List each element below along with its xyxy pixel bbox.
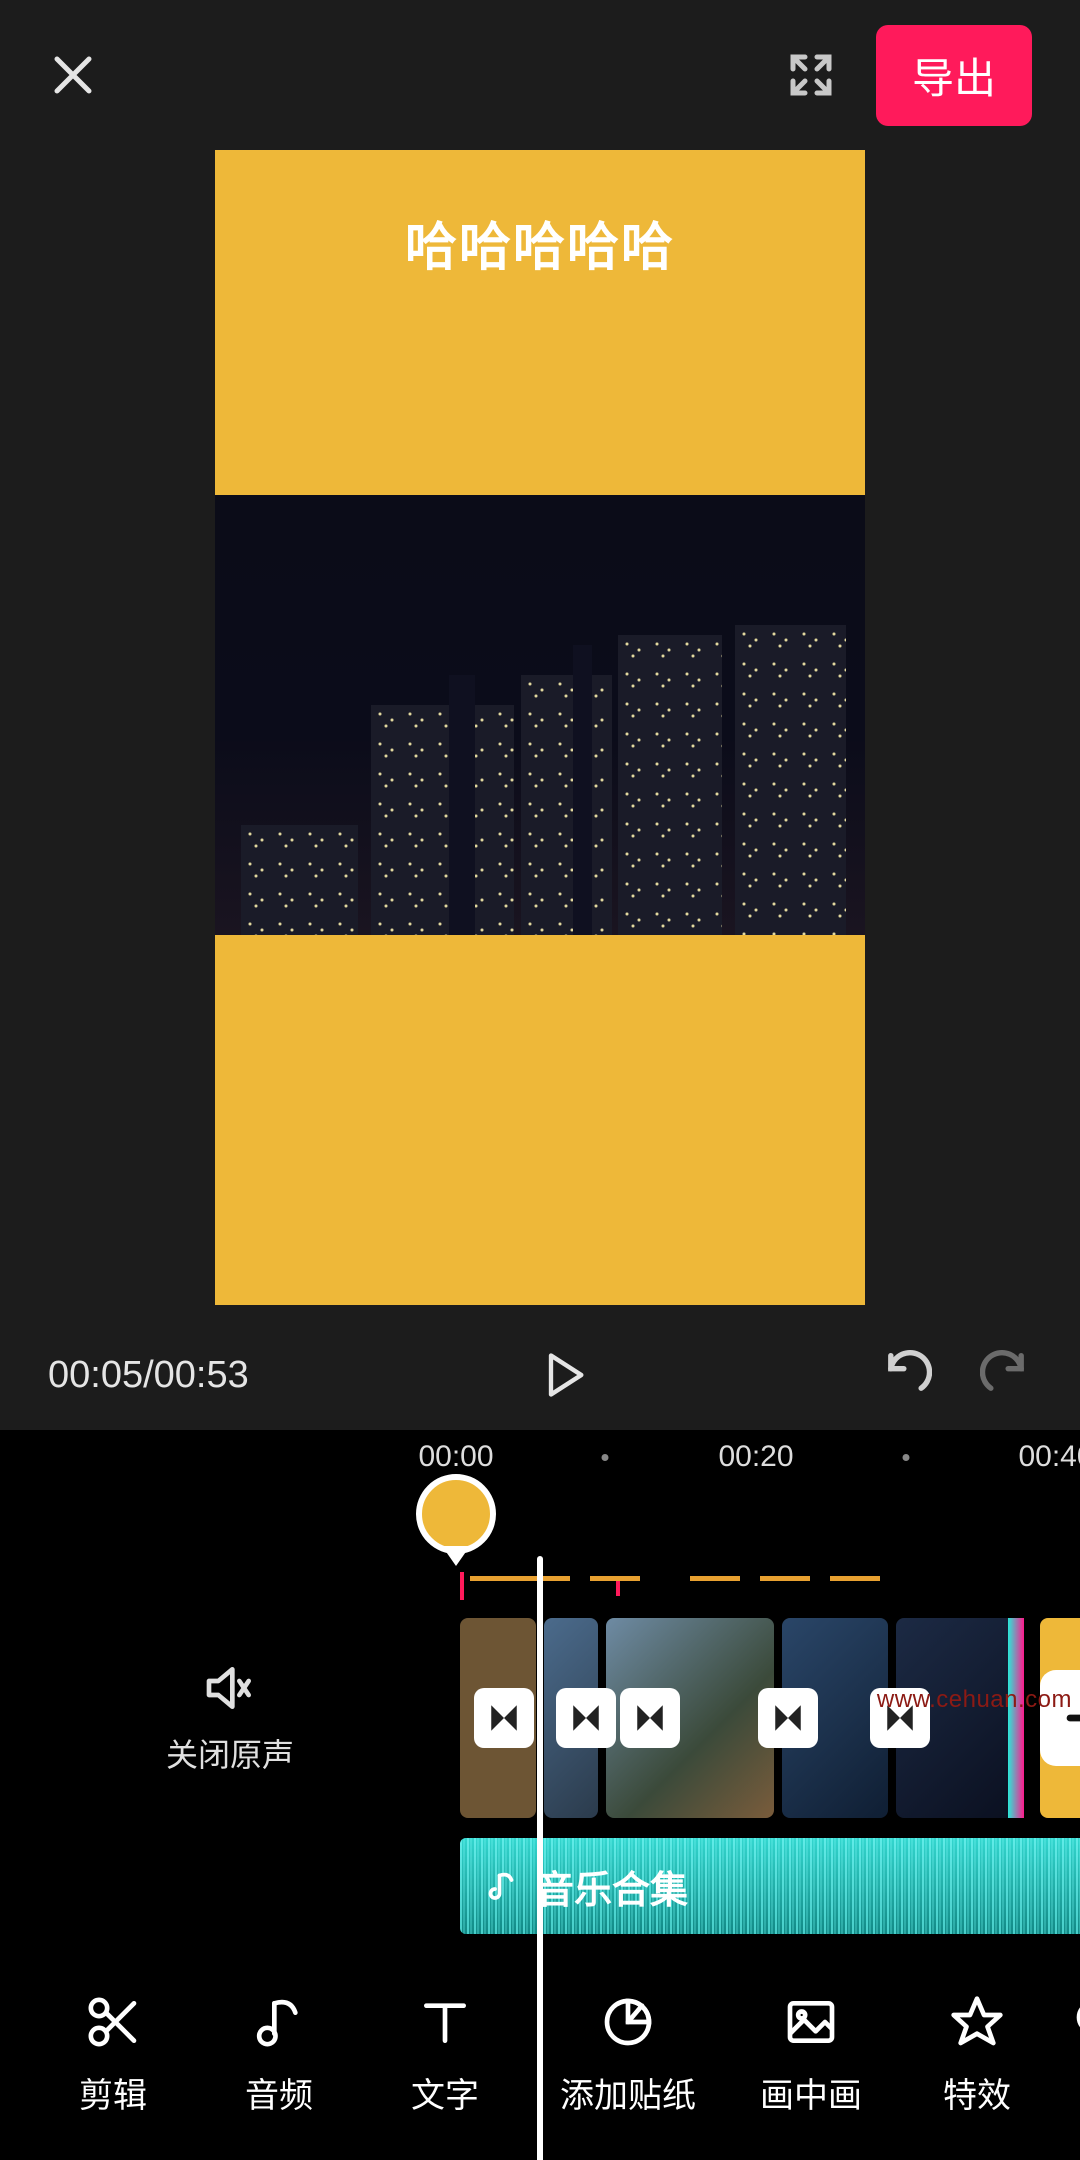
tool-label: 文字 xyxy=(411,2068,479,2117)
tool-effect[interactable]: 特效 xyxy=(894,1994,1060,2117)
time-ruler[interactable]: 00:00 00:20 00:40 xyxy=(0,1440,1080,1484)
music-icon xyxy=(486,1868,522,1904)
video-title-text: 哈哈哈哈哈 xyxy=(405,205,675,280)
close-button[interactable] xyxy=(48,50,98,100)
scissors-icon xyxy=(85,1994,141,2050)
watermark: www.cehuan.com xyxy=(877,1686,1072,1714)
tool-label: 添加贴纸 xyxy=(560,2068,696,2117)
text-icon xyxy=(417,1994,473,2050)
tool-label: 音频 xyxy=(245,2068,313,2117)
ruler-dot xyxy=(602,1454,609,1461)
tool-label: 画中画 xyxy=(760,2068,862,2117)
tool-sticker[interactable]: 添加贴纸 xyxy=(528,1994,728,2117)
tool-pip[interactable]: 画中画 xyxy=(728,1994,894,2117)
ruler-mark: 00:20 xyxy=(718,1440,793,1474)
mute-label: 关闭原声 xyxy=(166,1730,294,1776)
sticker-icon xyxy=(600,1994,656,2050)
tool-audio[interactable]: 音频 xyxy=(196,1994,362,2117)
ruler-mark: 00:00 xyxy=(418,1440,493,1474)
redo-button[interactable] xyxy=(980,1347,1032,1404)
transition-button-1[interactable] xyxy=(474,1688,534,1748)
music-note-icon xyxy=(251,1994,307,2050)
ruler-dot xyxy=(903,1454,910,1461)
transition-button-3[interactable] xyxy=(620,1688,680,1748)
undo-button[interactable] xyxy=(880,1347,932,1404)
transition-button-4[interactable] xyxy=(758,1688,818,1748)
filter-icon xyxy=(1072,1994,1080,2050)
timeline[interactable]: 00:00 00:20 00:40 关闭原声 xyxy=(0,1430,1080,1950)
tool-label: 剪辑 xyxy=(79,2068,147,2117)
audio-track-label: 音乐合集 xyxy=(536,1859,688,1914)
audio-track[interactable]: 音乐合集 xyxy=(460,1838,1080,1934)
tool-edit[interactable]: 剪辑 xyxy=(30,1994,196,2117)
tool-text[interactable]: 文字 xyxy=(362,1994,528,2117)
play-button[interactable] xyxy=(249,1349,880,1401)
star-icon xyxy=(949,1994,1005,2050)
tool-filter[interactable]: 滤 xyxy=(1060,1994,1080,2117)
add-clip-button[interactable] xyxy=(1040,1670,1080,1766)
pip-icon xyxy=(783,1994,839,2050)
timecode: 00:05/00:53 xyxy=(48,1354,249,1397)
export-button[interactable]: 导出 xyxy=(876,25,1032,126)
effect-pin[interactable] xyxy=(416,1474,496,1554)
preview-canvas[interactable]: 哈哈哈哈哈 xyxy=(215,150,865,1305)
playhead[interactable] xyxy=(537,1556,543,2160)
mute-original-button[interactable]: 关闭原声 xyxy=(0,1618,460,1818)
video-frame xyxy=(215,495,865,935)
tool-label: 特效 xyxy=(943,2068,1011,2117)
fullscreen-button[interactable] xyxy=(786,50,836,100)
ruler-mark: 00:40 xyxy=(1018,1440,1080,1474)
transition-button-2[interactable] xyxy=(556,1688,616,1748)
